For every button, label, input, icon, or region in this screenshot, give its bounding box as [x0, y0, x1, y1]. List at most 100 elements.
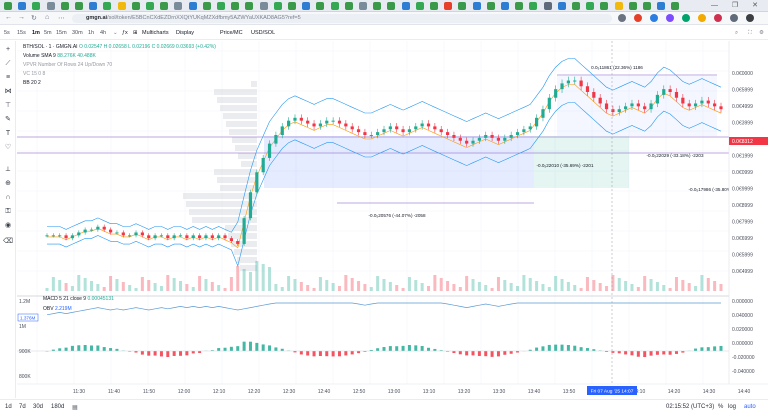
fib-icon[interactable]: ⊤: [3, 101, 13, 110]
multicharts-button[interactable]: Multicharts: [142, 30, 169, 36]
range-180d[interactable]: 180d: [51, 404, 64, 410]
timeframe-4h[interactable]: 4h: [100, 30, 106, 36]
ruler-icon[interactable]: ⟂: [3, 165, 13, 174]
timeframe-15s[interactable]: 15s: [17, 30, 26, 36]
browser-tab-favicon[interactable]: [288, 2, 296, 10]
range-30d[interactable]: 30d: [33, 404, 43, 410]
browser-tab-favicon[interactable]: [18, 2, 27, 10]
timeframe-5s[interactable]: 5s: [4, 30, 10, 36]
range-7d[interactable]: 7d: [19, 404, 26, 410]
settings-icon[interactable]: ⚙: [759, 30, 764, 36]
zoom-in-icon[interactable]: ⊕: [3, 179, 13, 188]
auto-toggle[interactable]: auto: [744, 404, 756, 410]
extension-icon[interactable]: [666, 14, 674, 22]
indicators-icon[interactable]: ƒx: [122, 30, 128, 36]
range-1d[interactable]: 1d: [5, 404, 12, 410]
browser-tab-favicon[interactable]: [387, 2, 396, 10]
browser-tab-favicon[interactable]: [628, 2, 637, 10]
back-icon[interactable]: ←: [5, 14, 12, 21]
browser-tab-favicon[interactable]: [401, 2, 410, 10]
browser-tab-favicon[interactable]: [174, 2, 183, 10]
browser-tab-favicon[interactable]: [259, 2, 268, 10]
chevron-down-icon[interactable]: ⌄: [113, 30, 118, 36]
browser-tab-favicon[interactable]: [245, 2, 254, 10]
log-toggle[interactable]: log: [728, 404, 736, 410]
timeframe-1h[interactable]: 1h: [88, 30, 94, 36]
browser-tab-favicon[interactable]: [600, 2, 609, 10]
forward-icon[interactable]: →: [18, 14, 25, 21]
trend-line-icon[interactable]: ⟋: [3, 59, 13, 68]
extension-icon[interactable]: [682, 14, 690, 22]
eye-icon[interactable]: ◉: [3, 221, 13, 230]
browser-tab-favicon[interactable]: [472, 2, 481, 10]
lock-icon[interactable]: ⚿: [3, 207, 13, 216]
browser-tab-favicon[interactable]: [657, 2, 666, 10]
browser-tab-favicon[interactable]: [46, 2, 55, 10]
calendar-icon[interactable]: ▦: [72, 404, 78, 411]
extension-icon[interactable]: [714, 14, 722, 22]
browser-tab-favicon[interactable]: [131, 2, 140, 10]
crosshair-icon[interactable]: +: [3, 45, 13, 54]
browser-tab-favicon[interactable]: [302, 2, 311, 10]
browser-tab-favicon[interactable]: [75, 2, 83, 10]
reload-icon[interactable]: ↻: [31, 14, 37, 22]
browser-tab-favicon[interactable]: [515, 2, 524, 10]
browser-tab-favicon[interactable]: [373, 2, 382, 10]
profile-avatar[interactable]: [746, 14, 754, 22]
heart-icon[interactable]: ♡: [3, 143, 13, 152]
url-input[interactable]: gmgn.ai/sol/token/E5BCnCXdEZDrnXXQtYUKqM…: [72, 14, 612, 23]
browser-tab-favicon[interactable]: [316, 2, 325, 10]
window-controls[interactable]: — ❐ ✕: [711, 1, 764, 9]
pattern-icon[interactable]: ⋈: [3, 87, 13, 96]
timeframe-15m[interactable]: 15m: [56, 30, 67, 36]
browser-tab-favicon[interactable]: [344, 2, 353, 10]
timeframe-1m[interactable]: 1m: [32, 30, 40, 36]
browser-tab-favicon[interactable]: [415, 2, 424, 10]
magnet-icon[interactable]: ∩: [3, 193, 13, 202]
multicharts-icon[interactable]: ⊞: [133, 30, 138, 36]
browser-tab-favicon[interactable]: [217, 2, 225, 10]
browser-tab-favicon[interactable]: [543, 2, 552, 10]
browser-tab-favicon[interactable]: [4, 2, 12, 10]
usd-sol-button[interactable]: USD/SOL: [251, 30, 275, 36]
browser-tab-favicon[interactable]: [160, 2, 169, 10]
timeframe-5m[interactable]: 5m: [44, 30, 52, 36]
browser-tab-favicon[interactable]: [188, 2, 197, 10]
browser-tab-favicon[interactable]: [586, 2, 595, 10]
more-icon[interactable]: ⋯: [58, 14, 65, 22]
browser-tab-favicon[interactable]: [430, 2, 438, 10]
browser-tab-favicon[interactable]: [444, 2, 453, 10]
browser-tab-favicon[interactable]: [103, 2, 112, 10]
browser-tab-favicon[interactable]: [486, 2, 495, 10]
browser-tab-favicon[interactable]: [117, 2, 126, 10]
browser-tab-favicon[interactable]: [614, 2, 623, 10]
browser-tab-favicon[interactable]: [671, 2, 680, 10]
price-chart[interactable]: 0.0₅11861 (22.36%) 1186 -0.0₅20576 (-44.0…: [17, 41, 768, 398]
display-button[interactable]: Display: [176, 30, 194, 36]
browser-tab-favicon[interactable]: [60, 2, 69, 10]
browser-tab-favicon[interactable]: [89, 2, 98, 10]
home-icon[interactable]: ⌂: [45, 14, 49, 21]
percent-toggle[interactable]: %: [718, 404, 723, 410]
camera-icon[interactable]: ⌕: [735, 30, 738, 37]
bookmark-icon[interactable]: [618, 14, 626, 22]
browser-tab-favicon[interactable]: [572, 2, 580, 10]
browser-tab-favicon[interactable]: [231, 2, 240, 10]
browser-tab-favicon[interactable]: [529, 2, 538, 10]
extension-icon[interactable]: [698, 14, 706, 22]
browser-tab-favicon[interactable]: [32, 2, 41, 10]
browser-tab-favicon[interactable]: [146, 2, 154, 10]
extension-icon[interactable]: [730, 14, 738, 22]
browser-tab-favicon[interactable]: [202, 2, 211, 10]
browser-tab-favicon[interactable]: [501, 2, 509, 10]
browser-tab-favicon[interactable]: [643, 2, 651, 10]
browser-tab-favicon[interactable]: [273, 2, 282, 10]
extension-icon[interactable]: [650, 14, 658, 22]
browser-tab-favicon[interactable]: [359, 2, 367, 10]
text-icon[interactable]: T: [3, 129, 13, 138]
browser-tab-favicon[interactable]: [330, 2, 339, 10]
fullscreen-icon[interactable]: ⛶: [748, 30, 752, 37]
browser-tab-favicon[interactable]: [557, 2, 566, 10]
timeframe-30m[interactable]: 30m: [72, 30, 83, 36]
browser-tab-favicon[interactable]: [458, 2, 467, 10]
